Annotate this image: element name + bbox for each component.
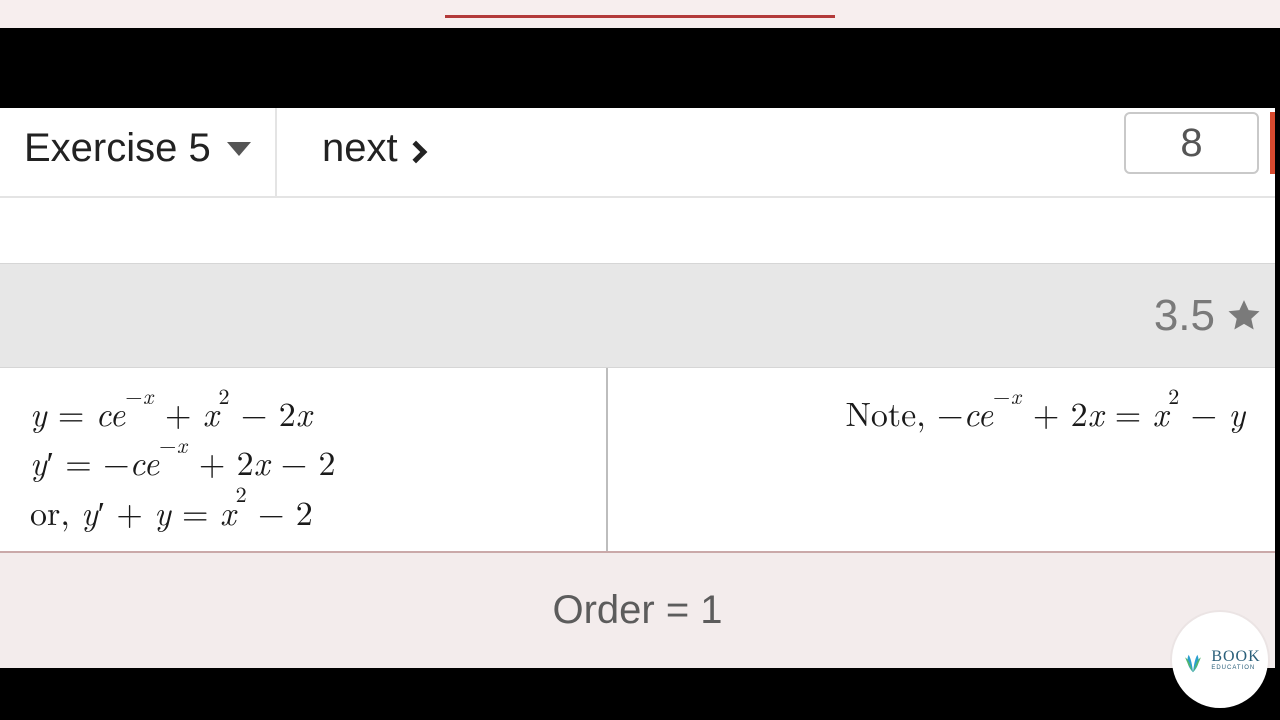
solution-left-column: y = ce−x + x2 − 2x y′ = −ce−x + 2x − 2 o…	[0, 368, 608, 551]
letterbox-top	[0, 28, 1280, 108]
page-number-value: 8	[1180, 121, 1202, 166]
brand-logo-badge: BOOK EDUCATION	[1172, 612, 1268, 708]
math-line-1: y = ce−x + x2 − 2x	[30, 388, 596, 437]
math-note-line: Note, −ce−x + 2x = x2 − y	[638, 388, 1245, 437]
next-label: next	[322, 126, 398, 171]
solution-right-column: Note, −ce−x + 2x = x2 − y	[608, 368, 1275, 551]
right-accent-edge	[1270, 112, 1275, 174]
navbar-separator	[275, 108, 277, 198]
logo-sub-text: EDUCATION	[1211, 665, 1260, 671]
app-frame: Exercise 5 next 8 3.5 y = ce−x + x2 − 2x…	[0, 108, 1275, 668]
exercise-label: Exercise 5	[24, 126, 211, 171]
rating-value: 3.5	[1154, 291, 1215, 341]
order-footer: Order = 1	[0, 553, 1275, 668]
order-text: Order = 1	[552, 588, 722, 633]
math-line-3: or, y′ + y = x2 − 2	[30, 487, 596, 536]
math-line-2: y′ = −ce−x + 2x − 2	[30, 437, 596, 486]
solution-body: y = ce−x + x2 − 2x y′ = −ce−x + 2x − 2 o…	[0, 368, 1275, 553]
star-icon	[1225, 297, 1263, 335]
logo-brand-text: BOOK	[1211, 649, 1260, 665]
exercise-dropdown[interactable]: Exercise 5	[24, 126, 251, 171]
page-number-input[interactable]: 8	[1124, 112, 1259, 174]
rating-bar: 3.5	[0, 263, 1275, 368]
letterbox-bottom	[0, 668, 1280, 720]
next-button[interactable]: next	[322, 126, 424, 171]
browser-top-strip	[0, 0, 1280, 28]
navbar: Exercise 5 next 8	[0, 108, 1275, 198]
chevron-right-icon	[404, 140, 427, 163]
caret-down-icon	[227, 142, 251, 156]
leaf-icon	[1179, 646, 1207, 674]
